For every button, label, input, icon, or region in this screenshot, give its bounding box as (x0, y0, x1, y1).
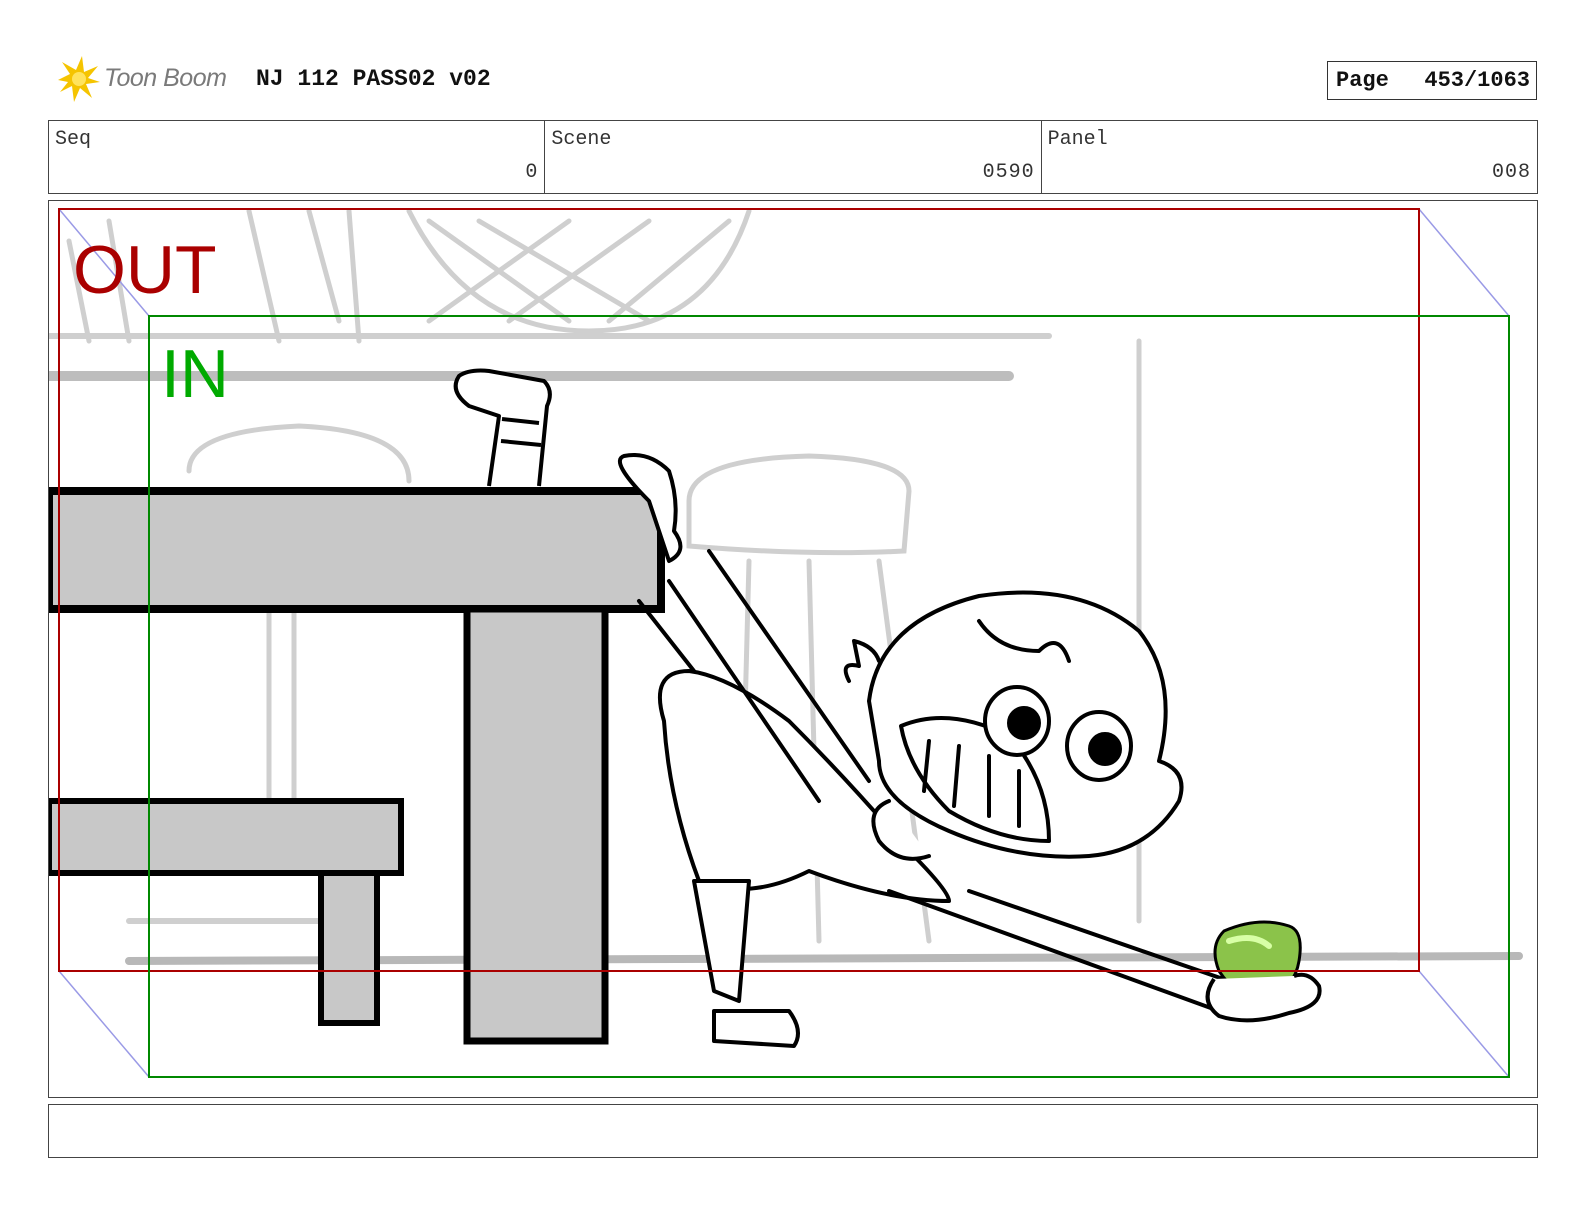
shot-info-row: Seq 0 Scene 0590 Panel 008 (48, 120, 1538, 194)
panel-notes-box (48, 1104, 1538, 1158)
logo-text: Toon Boom (104, 64, 227, 92)
page-counter: Page 453/1063 (1327, 61, 1537, 100)
scene-value: 0590 (982, 161, 1035, 184)
seq-label: Seq (55, 128, 92, 151)
panel-cell: Panel 008 (1042, 121, 1537, 193)
in-label: IN (161, 336, 229, 412)
seq-value: 0 (525, 161, 539, 184)
scene-cell: Scene 0590 (545, 121, 1042, 193)
panel-label: Panel (1047, 128, 1108, 151)
page-label: Page (1336, 68, 1389, 93)
out-label: OUT (73, 232, 217, 308)
document-title: NJ 112 PASS02 v02 (256, 66, 491, 92)
panel-value: 008 (1491, 161, 1531, 184)
scene-label: Scene (551, 128, 612, 151)
storyboard-drawing: OUT IN (49, 208, 1523, 1078)
seq-cell: Seq 0 (49, 121, 546, 193)
page-value: 453/1063 (1424, 68, 1530, 93)
storyboard-panel: OUT IN (48, 200, 1538, 1098)
